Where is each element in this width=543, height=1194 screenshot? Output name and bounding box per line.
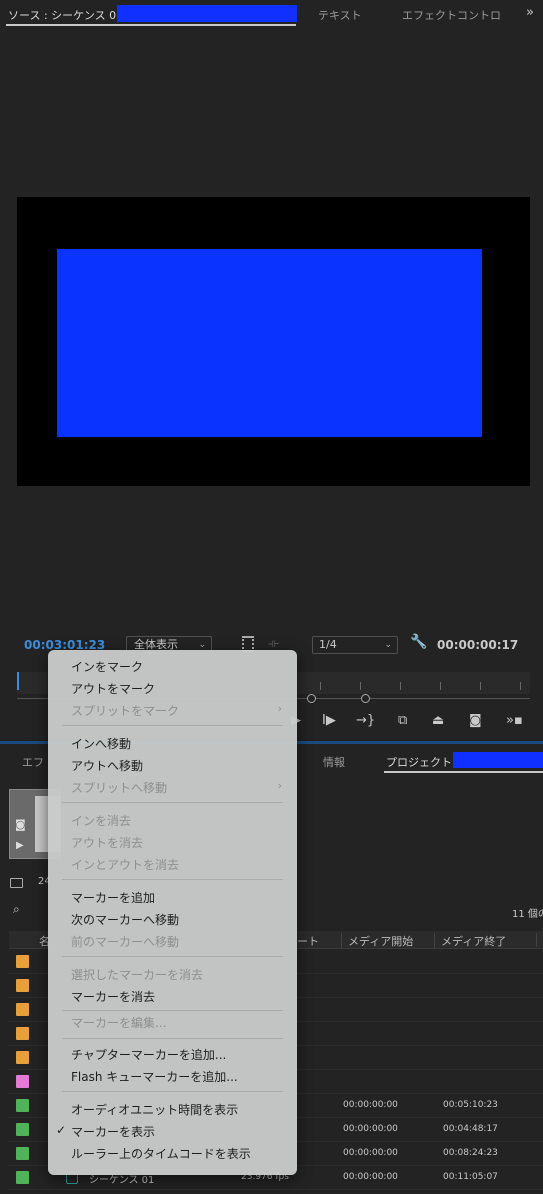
menu-item[interactable]: チャプターマーカーを追加... <box>71 1046 226 1063</box>
context-menu: インをマーク アウトをマークスプリットをマーク › インへ移動アウトへ移動スプリットへ… <box>48 650 297 1175</box>
label-color-swatch[interactable] <box>16 1075 29 1088</box>
menu-item[interactable]: マーカーを消去 <box>71 988 155 1005</box>
menu-item: アウトを消去 <box>71 836 144 850</box>
zoom-scrollbar-right-handle[interactable] <box>361 694 370 703</box>
row-media-end: 00:08:24:23 <box>443 1148 498 1158</box>
chevron-right-icon: › <box>277 702 282 715</box>
ruler-tick <box>480 682 481 690</box>
menu-item: スプリットをマーク <box>71 704 180 718</box>
chevron-down-icon: ⌄ <box>384 640 392 650</box>
tab-text[interactable]: テキスト <box>318 7 362 23</box>
chevron-right-icon: › <box>277 779 282 792</box>
resolution-value: 1/4 <box>319 638 337 651</box>
source-tab-bar: ソース : シーケンス 01 テキスト エフェクトコントロ » <box>0 0 543 28</box>
step-forward-icon[interactable]: I▶ <box>322 713 336 728</box>
overwrite-icon[interactable]: ⏏ <box>432 713 444 728</box>
search-icon[interactable]: ⌕ <box>13 902 20 917</box>
label-color-swatch[interactable] <box>16 1051 29 1064</box>
double-chevron-right-icon[interactable]: » <box>526 5 534 20</box>
row-media-start: 00:00:00:00 <box>343 1148 398 1158</box>
label-color-swatch[interactable] <box>16 1147 29 1160</box>
ruler-tick <box>520 682 521 690</box>
menu-separator <box>62 956 283 957</box>
menu-separator <box>62 879 283 880</box>
label-color-swatch[interactable] <box>16 1027 29 1040</box>
menu-separator <box>62 1091 283 1092</box>
menu-separator <box>62 1010 283 1011</box>
row-media-end: 00:05:10:23 <box>443 1100 498 1110</box>
label-color-swatch[interactable] <box>16 1123 29 1136</box>
menu-item: スプリットへ移動 <box>71 781 168 795</box>
waveform-icon[interactable]: ⟛ <box>268 636 279 651</box>
source-monitor-panel: ソース : シーケンス 01 テキスト エフェクトコントロ » 00:03:01… <box>0 0 543 740</box>
menu-item[interactable]: ルーラー上のタイムコードを表示 <box>71 1145 251 1162</box>
label-color-swatch[interactable] <box>16 1171 29 1184</box>
menu-item[interactable]: アウトへ移動 <box>71 757 143 774</box>
insert-icon[interactable]: ⧉ <box>398 713 407 728</box>
row-media-end: 00:11:05:07 <box>443 1172 498 1182</box>
menu-item: 選択したマーカーを消去 <box>71 968 204 982</box>
playback-resolution-select[interactable]: 1/4 ⌄ <box>312 636 398 654</box>
active-tab-underline <box>384 771 543 773</box>
menu-item[interactable]: オーディオユニット時間を表示 <box>71 1101 238 1118</box>
checkmark-icon: ✓ <box>56 1123 67 1137</box>
ruler-tick <box>440 682 441 690</box>
item-count-label: 11 個の <box>512 909 543 920</box>
more-controls-icon[interactable]: »▪ <box>506 713 523 728</box>
label-color-swatch[interactable] <box>16 955 29 968</box>
menu-item[interactable]: インをマーク <box>71 658 143 675</box>
menu-item[interactable]: インへ移動 <box>71 735 131 752</box>
row-media-end: 00:04:48:17 <box>443 1124 498 1134</box>
go-to-out-icon[interactable]: →} <box>356 713 375 728</box>
menu-item[interactable]: マーカーを追加 <box>71 889 155 906</box>
redacted-project-name <box>453 752 543 768</box>
column-header-media-start[interactable]: メディア開始 <box>341 933 413 949</box>
tab-source[interactable]: ソース : シーケンス 01 <box>8 7 123 23</box>
active-tab-underline <box>6 24 296 26</box>
play-icon[interactable]: ▶ <box>16 840 24 851</box>
ruler-tick <box>400 682 401 690</box>
menu-item: インを消去 <box>71 814 132 828</box>
wrench-icon[interactable]: 🔧 <box>410 634 427 650</box>
menu-item[interactable]: アウトをマーク <box>71 680 155 697</box>
menu-separator <box>62 1038 283 1039</box>
label-color-swatch[interactable] <box>16 1003 29 1016</box>
row-media-start: 00:00:00:00 <box>343 1172 398 1182</box>
camera-icon[interactable]: ◙ <box>469 713 482 728</box>
column-header-media-end[interactable]: メディア終了 <box>434 933 506 949</box>
menu-item: 前のマーカーへ移動 <box>71 935 180 949</box>
tab-effects[interactable]: エフ <box>22 754 44 770</box>
menu-item[interactable]: Flash キューマーカーを追加... <box>71 1068 238 1085</box>
video-frame-content <box>57 249 482 437</box>
menu-item[interactable]: マーカーを表示 <box>71 1123 155 1140</box>
tab-info[interactable]: 情報 <box>323 754 345 770</box>
row-media-start: 00:00:00:00 <box>343 1124 398 1134</box>
menu-separator <box>62 725 283 726</box>
duration-timecode: 00:00:00:17 <box>437 638 519 652</box>
column-divider <box>536 933 537 947</box>
ruler-tick <box>360 682 361 690</box>
playhead-indicator[interactable] <box>17 672 19 690</box>
menu-item[interactable]: 次のマーカーへ移動 <box>71 911 179 928</box>
menu-item: インとアウトを消去 <box>71 858 180 872</box>
label-color-swatch[interactable] <box>16 979 29 992</box>
menu-separator <box>62 802 283 803</box>
tab-effect-controls[interactable]: エフェクトコントロ <box>402 7 501 23</box>
zoom-scrollbar-left-handle[interactable] <box>307 694 316 703</box>
tab-project[interactable]: プロジェクト: <box>386 754 456 770</box>
row-media-start: 00:00:00:00 <box>343 1100 398 1110</box>
ruler-tick <box>320 682 321 690</box>
menu-item: マーカーを編集... <box>71 1016 167 1030</box>
camera-icon[interactable]: ◙ <box>15 818 26 831</box>
redacted-sequence-name <box>117 5 297 22</box>
column-header-frame-rate[interactable]: ート <box>297 933 319 949</box>
folder-icon[interactable] <box>10 878 23 888</box>
label-color-swatch[interactable] <box>16 1099 29 1112</box>
